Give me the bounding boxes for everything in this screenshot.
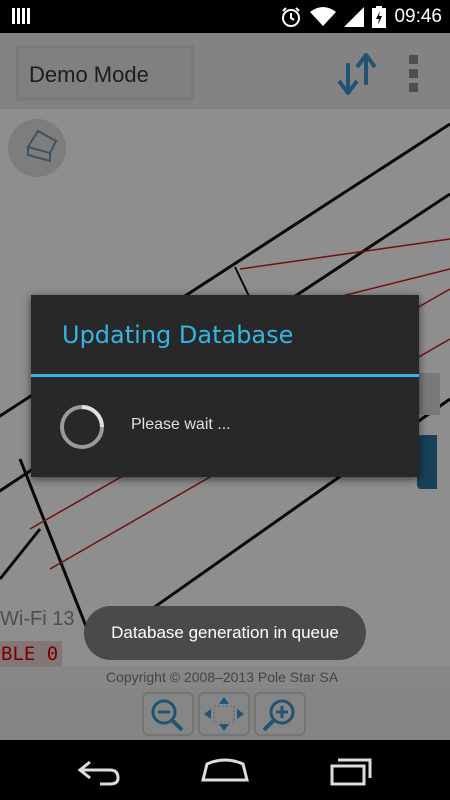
progress-dialog: Updating Database Please wait ...: [31, 295, 419, 477]
dialog-divider: [31, 374, 419, 377]
recents-button[interactable]: [322, 750, 382, 790]
recents-icon: [330, 758, 372, 786]
wifi-icon: [310, 6, 337, 26]
battery-charging-icon: [372, 5, 387, 28]
alarm-icon: [282, 6, 301, 27]
dialog-message: Please wait ...: [131, 416, 231, 433]
home-button[interactable]: [195, 750, 255, 790]
signal-icon: [344, 6, 365, 27]
back-icon: [77, 760, 120, 786]
home-icon: [201, 758, 249, 782]
notification-bars-icon: [12, 8, 30, 24]
toast-message: Database generation in queue: [84, 606, 366, 660]
dialog-title: Updating Database: [62, 321, 294, 349]
spinner-icon: [60, 405, 104, 449]
back-button[interactable]: [70, 750, 130, 790]
clock: 09:46: [394, 5, 442, 27]
status-bar: 09:46: [0, 0, 450, 33]
system-nav-bar: [0, 740, 450, 800]
